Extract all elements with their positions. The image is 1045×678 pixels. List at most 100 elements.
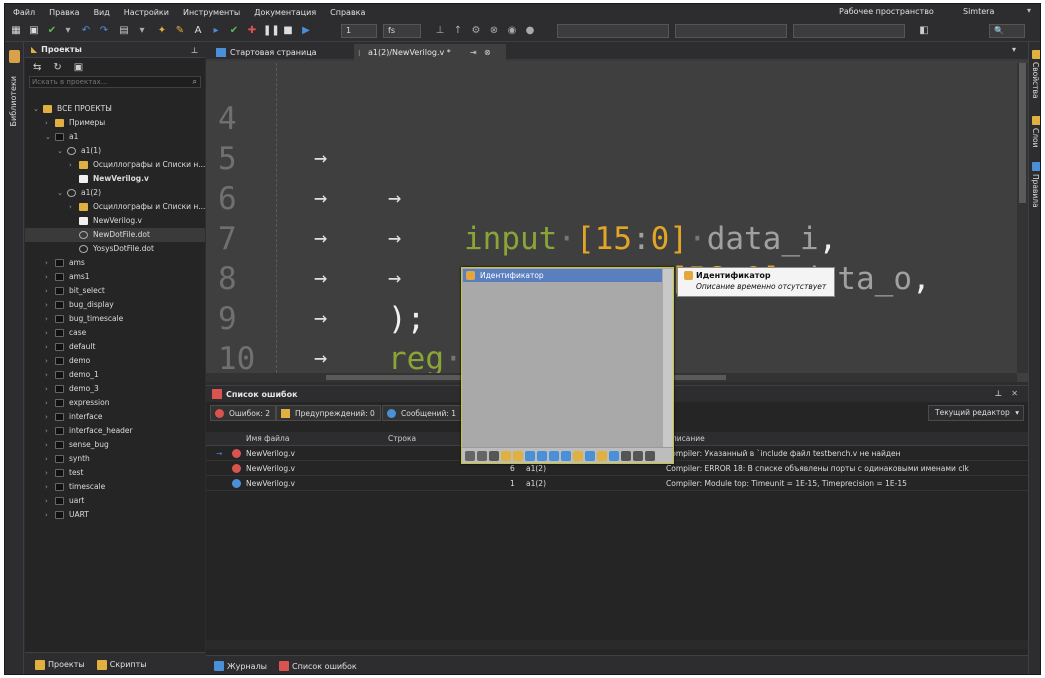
tree-item[interactable]: › demo [25,354,205,368]
collapse-arrow-icon[interactable]: › [45,424,48,438]
print-icon[interactable]: ▤ [117,24,131,38]
tree-item[interactable]: › test [25,466,205,480]
marker-icon[interactable]: ⊗ [487,24,501,38]
filter-icon[interactable] [573,450,583,461]
library-icon[interactable] [9,50,20,63]
error-row[interactable]: NewVerilog.v 6 a1(2) Compiler: ERROR 18: В … [206,462,1028,476]
redo-icon[interactable]: ↷ [97,24,111,38]
layers-tab[interactable]: Слои [1031,128,1040,148]
filter-icon[interactable] [621,450,631,461]
circle-icon[interactable]: ● [523,24,537,38]
scope-dropdown[interactable]: Текущий редактор ▾ [928,405,1024,421]
error-list-scrollbar[interactable] [206,640,1028,649]
collapse-arrow-icon[interactable]: › [69,200,72,214]
menu-view[interactable]: Вид [94,8,110,17]
filter-icon[interactable] [501,450,511,461]
workspace-selector[interactable]: Simtera [963,7,994,16]
tree-item[interactable]: NewDotFile.dot [25,228,205,242]
collapse-arrow-icon[interactable]: › [69,158,72,172]
wand-icon[interactable]: ✎ [173,24,187,38]
pin-icon[interactable]: ⊥ [995,389,1002,398]
layers-icon[interactable] [1032,116,1040,125]
debug-icon[interactable]: ✚ [245,24,259,38]
editor-vertical-scrollbar[interactable] [1017,63,1028,373]
menu-help[interactable]: Справка [330,8,365,17]
toolbar-combo-b[interactable] [675,24,787,38]
collapse-arrow-icon[interactable]: › [45,508,48,522]
tree-item[interactable]: NewVerilog.v [25,214,205,228]
filter-icon[interactable] [609,450,619,461]
collapse-arrow-icon[interactable]: › [45,438,48,452]
collapse-arrow-icon[interactable]: › [45,396,48,410]
menu-file[interactable]: Файл [13,8,35,17]
save-icon[interactable]: ▣ [27,24,41,38]
filter-icon[interactable] [525,450,535,461]
filter-icon[interactable] [633,450,643,461]
filter-icon[interactable] [585,450,595,461]
tree-item[interactable]: ⌄ a1(1) [25,144,205,158]
tree-item[interactable]: › demo_3 [25,382,205,396]
filter-errors-button[interactable]: Ошибок: 2 [210,405,277,421]
expand-arrow-icon[interactable]: ⌄ [45,130,51,144]
collapse-arrow-icon[interactable]: › [45,494,48,508]
menu-settings[interactable]: Настройки [124,8,169,17]
undo-icon[interactable]: ↶ [79,24,93,38]
collapse-arrow-icon[interactable]: › [45,382,48,396]
tree-item[interactable]: › sense_bug [25,438,205,452]
filter-warnings-button[interactable]: Предупреждений: 0 [276,405,381,421]
collapse-arrow-icon[interactable]: › [45,340,48,354]
tree-item[interactable]: › uart [25,494,205,508]
new-project-icon[interactable]: ▣ [74,62,83,73]
filter-messages-button[interactable]: Сообщений: 1 [382,405,463,421]
collapse-icon[interactable]: ⇆ [33,62,41,73]
compile-icon[interactable]: ✔ [227,24,241,38]
autocomplete-item[interactable]: Идентификатор [463,269,662,282]
collapse-arrow-icon[interactable]: › [45,116,48,130]
collapse-arrow-icon[interactable]: › [45,298,48,312]
tab-scripts[interactable]: Скрипты [96,659,147,670]
projects-search-input[interactable] [30,77,180,87]
layout-icon[interactable]: ◧ [917,24,931,38]
tree-item[interactable]: YosysDotFile.dot [25,242,205,256]
expand-arrow-icon[interactable]: ⌄ [57,186,63,200]
collapse-arrow-icon[interactable]: › [45,312,48,326]
tree-item[interactable]: › expression [25,396,205,410]
tab-start-page[interactable]: Стартовая страница [212,44,350,61]
tree-item[interactable]: › interface [25,410,205,424]
tree-item[interactable]: › default [25,340,205,354]
filter-icon[interactable] [549,450,559,461]
filter-icon[interactable] [597,450,607,461]
tree-item[interactable]: ⌄ a1(2) [25,186,205,200]
tree-item[interactable]: › interface_header [25,424,205,438]
tree-item[interactable]: › bit_select [25,284,205,298]
menu-tools[interactable]: Инструменты [183,8,240,17]
text-icon[interactable]: A [191,24,205,38]
collapse-arrow-icon[interactable]: › [45,410,48,424]
filter-icon[interactable] [561,450,571,461]
tree-item[interactable]: › Примеры [25,116,205,130]
tab-projects[interactable]: Проекты [35,659,85,670]
tree-item[interactable]: › timescale [25,480,205,494]
new-file-icon[interactable]: ▦ [9,24,23,38]
close-icon[interactable]: ✕ [1011,389,1018,398]
column-line[interactable]: Строка [388,434,416,443]
tree-item[interactable]: › ams1 [25,270,205,284]
tool-icon[interactable]: ⚙ [469,24,483,38]
filter-icon[interactable] [477,450,487,461]
step-icon[interactable]: ▸ [209,24,223,38]
collapse-arrow-icon[interactable]: › [45,256,48,270]
refresh-icon[interactable]: ↻ [53,62,61,73]
scroll-thumb[interactable] [1019,63,1026,203]
tree-item[interactable]: › demo_1 [25,368,205,382]
column-file[interactable]: Имя файла [246,434,289,443]
collapse-arrow-icon[interactable]: › [45,284,48,298]
tree-item[interactable]: › case [25,326,205,340]
libraries-tab[interactable]: Библиотеки [9,76,18,126]
close-icon[interactable]: ⊗ [484,44,491,61]
chevron-down-icon[interactable]: ▾ [135,24,149,38]
collapse-arrow-icon[interactable]: › [45,368,48,382]
menu-docs[interactable]: Документация [254,8,316,17]
time-unit-combo[interactable]: fs [383,24,421,38]
tree-item[interactable]: › synth [25,452,205,466]
pin-icon[interactable]: ⊥ [191,46,198,55]
